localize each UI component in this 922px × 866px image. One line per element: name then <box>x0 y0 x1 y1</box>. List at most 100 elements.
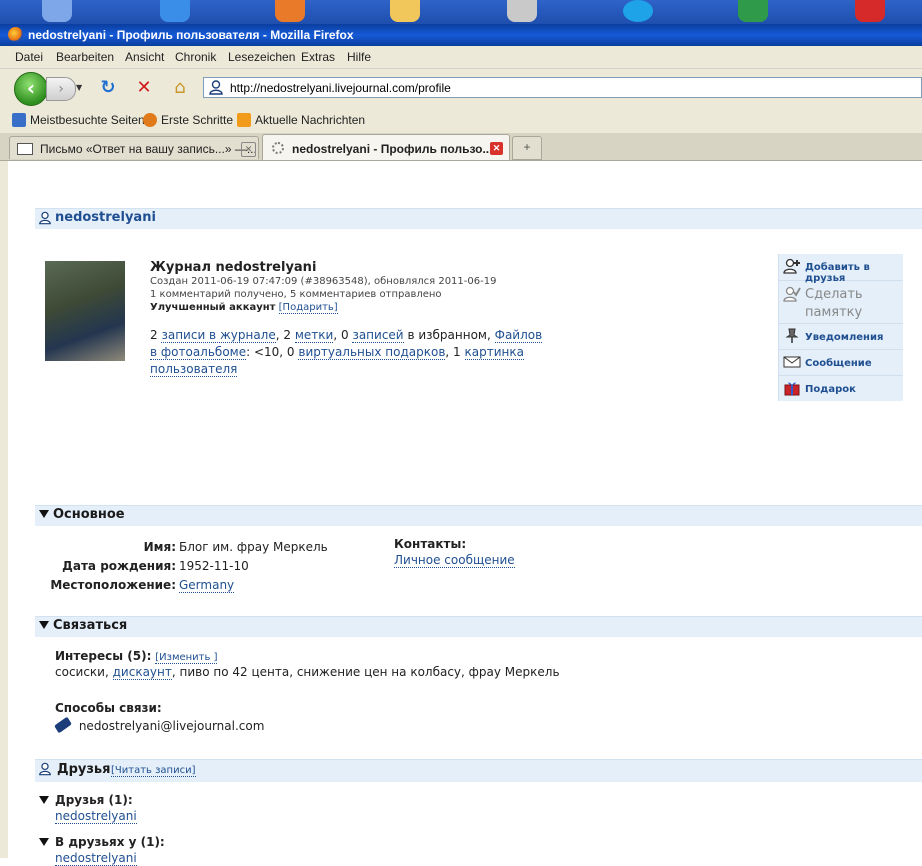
add-friend-button[interactable]: Добавить в друзья <box>779 254 903 284</box>
menu-extras[interactable]: Extras <box>301 50 335 64</box>
close-tab-icon[interactable]: ✕ <box>241 142 256 157</box>
skype-icon[interactable] <box>623 0 653 22</box>
location-link[interactable]: Germany <box>179 578 235 593</box>
read-entries-link[interactable]: [Читать записи] <box>111 765 196 777</box>
friend-link[interactable]: nedostrelyani <box>55 809 137 824</box>
contacts-label: Контакты: <box>394 537 467 551</box>
bookmark-erste-schritte[interactable]: Erste Schritte <box>143 113 233 127</box>
menu-bearbeiten[interactable]: Bearbeiten <box>56 50 114 64</box>
profile-actions-panel: Добавить в друзья Сделать памятку Уведом… <box>778 254 903 401</box>
bookmarks-toolbar: Meistbesuchte Seiten Erste Schritte Aktu… <box>0 109 922 134</box>
message-button[interactable]: Сообщение <box>779 350 903 376</box>
tab-profile[interactable]: nedostrelyani - Профиль пользо... ✕ <box>262 134 510 160</box>
edit-interests-link[interactable]: [Изменить ] <box>155 652 218 664</box>
section-title: Друзья <box>57 762 111 777</box>
section-connect-header[interactable]: Связаться <box>35 616 922 637</box>
window-border <box>0 161 8 858</box>
navigation-toolbar: ‹ › ▼ ↻ ✕ ⌂ http://nedostrelyani.livejou… <box>0 69 922 109</box>
menu-hilfe[interactable]: Hilfe <box>347 50 371 64</box>
bookmark-aktuelle-nachrichten[interactable]: Aktuelle Nachrichten <box>237 113 365 127</box>
gift-button[interactable]: Подарок <box>779 376 903 401</box>
bookmark-folder-icon <box>12 113 26 127</box>
collapse-triangle-icon[interactable] <box>39 510 49 518</box>
menu-lesezeichen[interactable]: Lesezeichen <box>228 50 295 64</box>
birthdate-label: Дата рождения: <box>62 559 176 573</box>
collapse-triangle-icon[interactable] <box>39 838 49 846</box>
account-info: Улучшенный аккаунт [Подарить] <box>150 302 338 314</box>
ie-icon[interactable] <box>160 0 190 22</box>
profile-header: nedostrelyani <box>35 208 922 229</box>
page-content: nedostrelyani Журнал nedostrelyani Созда… <box>0 161 922 866</box>
gifts-link[interactable]: виртуальных подарков <box>298 345 446 360</box>
entries-link[interactable]: записи в журнале <box>161 328 276 343</box>
url-text: http://nedostrelyani.livejournal.com/pro… <box>230 81 451 95</box>
close-tab-icon[interactable]: ✕ <box>490 142 503 155</box>
reader-icon[interactable] <box>855 0 885 22</box>
envelope-icon <box>783 354 801 370</box>
email-row: nedostrelyani@livejournal.com <box>54 716 265 734</box>
forward-button[interactable]: › <box>46 77 76 101</box>
stop-icon[interactable]: ✕ <box>133 77 155 99</box>
gift-icon <box>783 380 801 396</box>
tab-bar: Письмо «Ответ на вашу запись...» —... ✕ … <box>0 133 922 161</box>
app-icon[interactable] <box>42 0 72 22</box>
user-icon <box>39 762 51 776</box>
interests-row: Интересы (5): [Изменить ] <box>55 649 218 664</box>
created-info: Создан 2011-06-19 07:47:09 (#38963548), … <box>150 276 497 287</box>
firefox-icon <box>8 27 23 42</box>
network-icon[interactable] <box>507 0 537 22</box>
birthdate-value: 1952-11-10 <box>179 559 249 573</box>
firefox-icon[interactable] <box>275 0 305 22</box>
gift-account-link[interactable]: [Подарить] <box>278 302 338 314</box>
contact-methods-label: Способы связи: <box>55 701 162 715</box>
collapse-triangle-icon[interactable] <box>39 796 49 804</box>
mail-icon <box>17 143 33 155</box>
add-friend-icon <box>783 258 801 274</box>
collapse-triangle-icon[interactable] <box>39 621 49 629</box>
private-message-link[interactable]: Личное сообщение <box>394 553 515 568</box>
home-icon[interactable]: ⌂ <box>169 77 191 99</box>
favorites-link[interactable]: записей <box>352 328 404 343</box>
location-label: Местоположение: <box>50 578 176 592</box>
section-title: Основное <box>53 507 125 522</box>
section-title: Связаться <box>53 618 128 633</box>
tags-link[interactable]: метки <box>294 328 334 343</box>
globe-icon[interactable] <box>738 0 768 22</box>
bookmark-meistbesuchte[interactable]: Meistbesuchte Seiten <box>12 113 145 127</box>
make-memory-button[interactable]: Сделать памятку <box>779 281 903 324</box>
notifications-button[interactable]: Уведомления <box>779 324 903 350</box>
name-value: Блог им. фрау Меркель <box>179 540 328 554</box>
reload-icon[interactable]: ↻ <box>97 77 119 99</box>
loading-icon <box>272 142 284 154</box>
journal-stats: 2 записи в журнале, 2 метки, 0 записей в… <box>150 328 543 377</box>
interests-label: Интересы (5): <box>55 649 152 663</box>
tab-letter[interactable]: Письмо «Ответ на вашу запись...» —... ✕ <box>9 136 259 159</box>
journal-title: Журнал nedostrelyani <box>150 260 317 275</box>
name-label: Имя: <box>143 540 176 554</box>
pen-icon <box>54 716 72 734</box>
site-identity-icon[interactable] <box>208 80 224 95</box>
account-type: Улучшенный аккаунт <box>150 302 276 313</box>
new-tab-button[interactable]: + <box>512 136 542 160</box>
friend-of-link[interactable]: nedostrelyani <box>55 851 137 866</box>
friends-label: Друзья (1): <box>55 793 133 807</box>
firefox-icon <box>143 113 157 127</box>
url-bar[interactable]: http://nedostrelyani.livejournal.com/pro… <box>203 77 922 98</box>
browser-window: nedostrelyani - Профиль пользователя - M… <box>0 24 922 866</box>
history-dropdown-icon[interactable]: ▼ <box>76 83 82 92</box>
interest-link[interactable]: дискаунт <box>112 665 172 680</box>
username-link[interactable]: nedostrelyani <box>55 210 156 225</box>
user-icon <box>39 211 51 225</box>
section-basic-header[interactable]: Основное <box>35 505 922 526</box>
menu-ansicht[interactable]: Ansicht <box>125 50 164 64</box>
back-button[interactable]: ‹ <box>14 72 48 106</box>
outlook-icon[interactable] <box>390 0 420 22</box>
userpic[interactable] <box>45 261 125 361</box>
os-taskbar <box>0 0 922 24</box>
section-friends-header: Друзья [Читать записи] <box>35 759 922 782</box>
menu-datei[interactable]: Datei <box>15 50 43 64</box>
menu-chronik[interactable]: Chronik <box>175 50 216 64</box>
email-value: nedostrelyani@livejournal.com <box>78 719 265 733</box>
interests-list: сосиски, дискаунт, пиво по 42 цента, сни… <box>55 665 560 680</box>
comments-info: 1 комментарий получено, 5 комментариев о… <box>150 289 442 300</box>
